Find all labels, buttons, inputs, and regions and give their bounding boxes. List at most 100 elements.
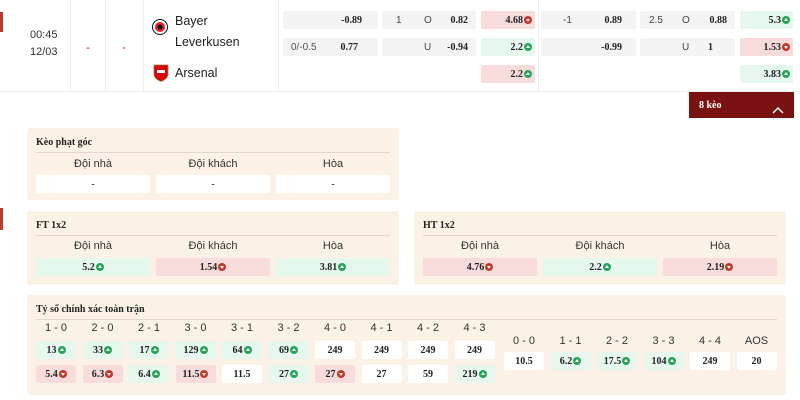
score-odds-home[interactable]: 249 [454, 341, 495, 359]
draw-score-odds[interactable]: 20 [736, 352, 777, 370]
draw-score-label: 3 - 3 [652, 335, 675, 347]
score-odds-home[interactable]: 249 [408, 341, 448, 359]
ft-1x2-away-value: 2.2 [510, 41, 524, 53]
ft-1x2-draw-cell[interactable]: 2.2 [481, 65, 535, 83]
ft-1x2-header-away: Đội khách [188, 240, 238, 252]
ft-ou-under-value: -0.94 [447, 41, 468, 53]
ht-1x2-away-value: 1.53 [763, 41, 782, 53]
arrow-up-icon [667, 357, 676, 365]
draw-score-odds[interactable]: 249 [690, 352, 730, 370]
arrow-down-icon [782, 43, 790, 52]
ht-1x2-away-cell[interactable]: 1.53 [740, 38, 793, 56]
ht-1x2-home-odds[interactable]: 4.76 [423, 258, 537, 276]
draw-score-odds-value: 17.5 [603, 355, 622, 367]
corner-home-odds[interactable]: - [36, 175, 150, 193]
arrow-up-icon [573, 357, 582, 365]
score-odds-away[interactable]: 27 [361, 365, 402, 383]
ft-ou-over-value: 0.82 [450, 14, 469, 26]
ht-ou-over-cell[interactable]: 2.5 O 0.88 [640, 11, 735, 29]
score-odds-away[interactable]: 6.3 [82, 365, 123, 383]
more-odds-label: 8 kèo [699, 99, 722, 111]
ft-1x2-draw-wrap: 2.2 [511, 69, 532, 80]
ft-1x2-home-odds[interactable]: 5.2 [36, 258, 150, 276]
draw-score-label: 0 - 0 [512, 335, 535, 347]
arrow-down-icon [725, 263, 734, 271]
corner-draw-odds[interactable]: - [276, 175, 390, 193]
ht-ou-under-cell[interactable]: U 1 [640, 38, 735, 56]
ft-1x2-away-cell[interactable]: 2.2 [481, 38, 535, 56]
arrow-up-icon [243, 346, 252, 354]
ht-hcp-home-cell[interactable]: -1 0.89 [541, 11, 636, 29]
ft-1x2-away-odds[interactable]: 1.54 [156, 258, 270, 276]
ht-1x2-home-cell[interactable]: 5.3 [740, 11, 793, 29]
ft-1x2-home-cell[interactable]: 4.68 [481, 11, 535, 29]
chevron-up-icon [772, 101, 784, 119]
score-odds-away[interactable]: 6.4 [129, 365, 169, 383]
draw-score-odds-value: 6.2 [559, 355, 573, 367]
score-odds-away-value: 11.5 [182, 368, 200, 380]
arrow-down-icon [485, 263, 494, 271]
ht-1x2-away-odds[interactable]: 2.2 [543, 258, 657, 276]
score-odds-home-value: 249 [420, 344, 436, 356]
score-odds-away[interactable]: 27 [268, 365, 309, 383]
ft-ou-u-label: U [424, 41, 432, 53]
corner-header-away: Đội khách [188, 158, 238, 170]
ft-1x2-away-wrap: 2.2 [510, 41, 532, 53]
score-odds-home[interactable]: 17 [129, 341, 169, 359]
score-odds-away[interactable]: 59 [408, 365, 448, 383]
ht-1x2-away-wrap: 1.53 [763, 41, 790, 53]
score-odds-home[interactable]: 33 [82, 341, 123, 359]
ft-ou-over-cell[interactable]: 1 O 0.82 [382, 11, 476, 29]
arrow-up-icon [524, 70, 532, 79]
draw-score-odds-value: 249 [702, 355, 718, 367]
score-odds-away[interactable]: 11.5 [222, 365, 262, 383]
score-odds-home-value: 64 [232, 344, 243, 356]
score-label-1-0: 1 - 0 [44, 322, 67, 334]
draw-score-odds[interactable]: 104 [643, 352, 684, 370]
score-odds-away[interactable]: 11.5 [175, 365, 216, 383]
corner-panel: Kèo phạt góc Đội nhà Đội khách Hòa - - - [27, 128, 399, 200]
ht-1x2-header-draw: Hòa [709, 240, 731, 252]
corner-away-odds[interactable]: - [156, 175, 270, 193]
score-odds-home[interactable]: 129 [175, 341, 216, 359]
ft-hcp-home-cell[interactable]: -0.89 [283, 11, 378, 29]
score-odds-home[interactable]: 249 [361, 341, 402, 359]
corner-header-home: Đội nhà [74, 158, 112, 170]
match-row: 00:45 12/03 - - Bayer Leverkusen Arsenal… [0, 0, 800, 92]
arsenal-logo-icon [153, 64, 169, 82]
score-odds-away-value: 27 [325, 368, 336, 380]
ft-hcp-line: 0/-0.5 [291, 41, 317, 53]
score-odds-away[interactable]: 5.4 [36, 365, 76, 383]
divider [36, 319, 777, 320]
ht-hcp-away-cell[interactable]: -0.99 [541, 38, 636, 56]
ht-1x2-draw-odds[interactable]: 2.19 [663, 258, 777, 276]
ft-1x2-draw-odds-value: 3.81 [319, 261, 338, 273]
arrow-down-icon [200, 370, 209, 378]
more-odds-button[interactable]: 8 kèo [689, 92, 794, 118]
score-odds-home[interactable]: 13 [36, 341, 76, 359]
ht-1x2-draw-cell[interactable]: 3.83 [740, 65, 793, 83]
home-team-name[interactable]: Bayer Leverkusen [175, 11, 270, 53]
draw-score-odds[interactable]: 10.5 [504, 352, 544, 370]
score-odds-home-value: 129 [183, 344, 199, 356]
score-odds-away[interactable]: 219 [454, 365, 495, 383]
score-odds-away[interactable]: 27 [315, 365, 355, 383]
divider [105, 0, 106, 92]
draw-score-odds[interactable]: 6.2 [550, 352, 591, 370]
ft-hcp-away-cell[interactable]: 0/-0.5 0.77 [283, 38, 378, 56]
arrow-down-icon [218, 263, 227, 271]
score-label-3-0: 3 - 0 [184, 322, 207, 334]
draw-score-odds[interactable]: 17.5 [597, 352, 637, 370]
away-team-name[interactable]: Arsenal [175, 66, 217, 80]
score-odds-home[interactable]: 249 [315, 341, 355, 359]
match-date: 12/03 [30, 46, 58, 58]
score-odds-away-value: 27 [376, 368, 387, 380]
draw-score-odds-value: 10.5 [515, 355, 533, 367]
ft-1x2-draw-odds[interactable]: 3.81 [276, 258, 390, 276]
arrow-down-icon [336, 370, 345, 378]
arrow-up-icon [104, 346, 112, 354]
ft-ou-under-cell[interactable]: U -0.94 [382, 38, 476, 56]
ft-1x2-header-draw: Hòa [322, 240, 344, 252]
score-odds-home[interactable]: 64 [222, 341, 262, 359]
score-odds-home[interactable]: 69 [268, 341, 309, 359]
